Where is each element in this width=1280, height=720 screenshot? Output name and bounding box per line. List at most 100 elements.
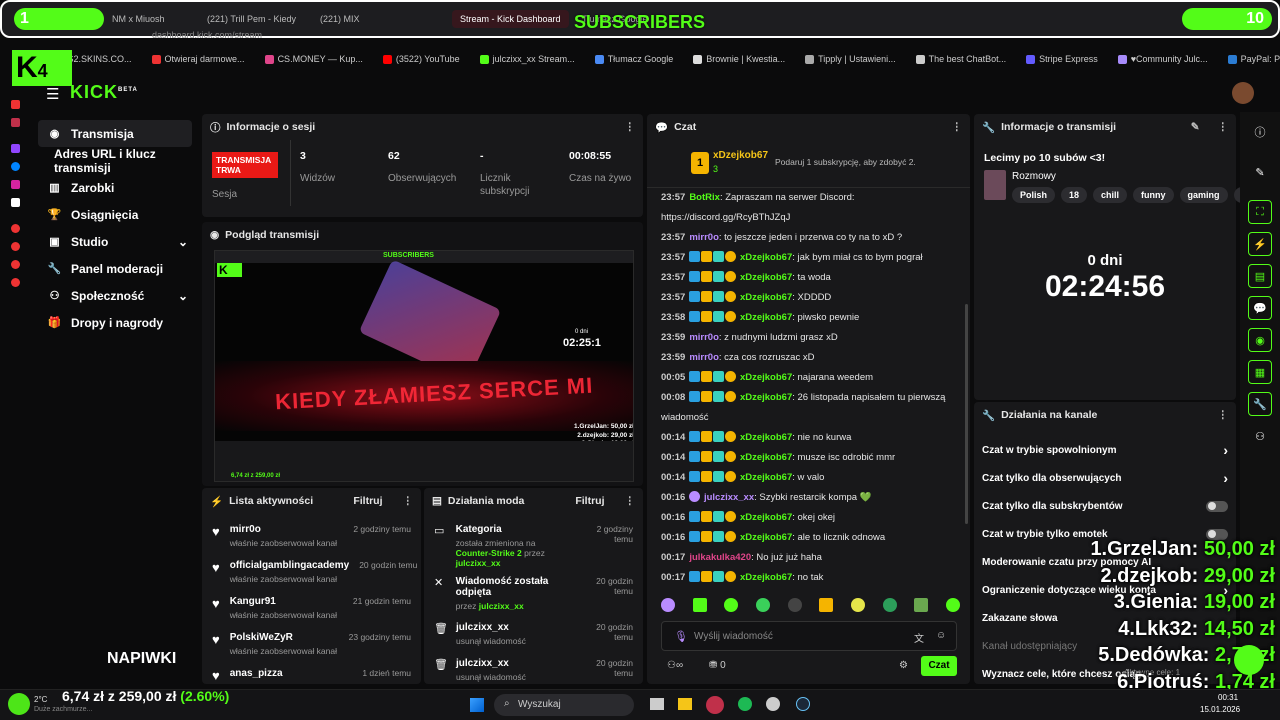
steam-icon[interactable] [796,697,810,711]
instagram-icon[interactable] [11,180,20,189]
chat-message[interactable]: 00:14 xDzejkob67: musze isc odrobić mmr [647,448,963,468]
list-item[interactable]: 🗑 julczixx_xx usunął wiadomość 20 godzin t… [424,658,643,688]
chatters-icon[interactable]: ⚇∞ [667,660,683,671]
browser-tab[interactable]: NM x Miuosh [112,10,165,28]
filter-button[interactable]: Filtruj [575,495,604,507]
emote-icon[interactable] [661,598,675,612]
send-chat-button[interactable]: Czat [921,656,957,676]
list-item[interactable]: ♥ mirr0o właśnie zaobserwował kanał 2 godzi… [202,524,421,554]
chat-message[interactable]: 23:57 xDzejkob67: ta woda [647,268,963,288]
broadcast-icon[interactable]: ◉ [1248,328,1272,352]
sidebar-item[interactable]: 🔧 Panel moderacji [38,255,192,282]
browser-tab[interactable]: Stream - Kick Dashboard [452,10,569,28]
channel-setting-row[interactable]: Czat tylko dla subskrybentów [974,492,1236,520]
chat-message[interactable]: wiadomość [647,408,963,428]
twitch-icon[interactable] [11,144,20,153]
wrench-icon[interactable]: 🔧 [1248,392,1272,416]
more-icon[interactable]: ⋮ [625,495,636,507]
browser-tab[interactable]: (221) MIX [320,10,360,28]
emote-icon[interactable] [882,598,897,612]
chat-message[interactable]: 23:57 BotRix: Zapraszam na serwer Discord… [647,188,963,208]
menu-icon[interactable]: ☰ [46,85,59,103]
app-icon[interactable] [11,100,20,109]
channel-setting-row[interactable]: Czat tylko dla obserwujących › [974,464,1236,492]
more-icon[interactable]: ⋮ [952,121,963,133]
sidebar-item[interactable]: ◉ Transmisja [38,120,192,147]
list-icon[interactable]: ▤ [1248,264,1272,288]
address-bar[interactable]: dashboard.kick.com/stream [152,30,1052,44]
emote-icon[interactable] [914,598,929,612]
tiktok-icon[interactable] [11,198,20,207]
sidebar-item[interactable]: 🎁 Dropy i nagrody [38,309,192,336]
emote-icon[interactable] [755,598,770,612]
sidebar-item[interactable]: ▣ Studio ⌄ [38,228,192,255]
chat-message[interactable]: 00:16 julczixx_xx: Szybki restarcik komp… [647,488,963,508]
emote-icon[interactable] [945,598,960,612]
kick-logo[interactable]: KICKBETA [70,82,138,103]
chevron-down-icon[interactable]: ⌄ [178,235,188,249]
list-item[interactable]: ♥ PolskiWeZyR właśnie zaobserwował kanał 23… [202,632,421,662]
chat-message[interactable]: https://discord.gg/RcyBThJZqJ [647,208,963,228]
chevron-down-icon[interactable]: ⌄ [178,289,188,303]
messenger-icon[interactable] [11,162,20,171]
layers-icon[interactable]: ▦ [1248,360,1272,384]
chat-input[interactable]: 🎙 Wyślij wiadomość 文 ☺ [661,621,957,651]
opera-icon[interactable] [706,696,724,714]
points-icon[interactable]: ⛃ 0 [709,660,726,671]
bookmark-item[interactable]: Tłumacz Google [594,54,673,64]
settings-icon[interactable] [11,278,20,287]
stream-tag[interactable]: funny [1133,187,1174,203]
bookmark-item[interactable]: (3522) YouTube [382,54,460,64]
info-icon[interactable]: ⓘ [1248,120,1272,144]
edit-icon[interactable]: ✎ [1191,121,1200,133]
app-icon[interactable] [11,260,20,269]
list-item[interactable]: ▭ Kategoria została zmieniona na Counter-S… [424,524,643,568]
chat-message[interactable]: 00:17 julkakulka420: No już już haha [647,548,963,568]
bookmark-item[interactable]: julczixx_xx Stream... [479,54,575,64]
chat-message[interactable]: 23:58 xDzejkob67: piwsko pewnie [647,308,963,328]
sidebar-item[interactable]: ⚇ Społeczność ⌄ [38,282,192,309]
chevron-right-icon[interactable]: › [1223,470,1228,486]
chat-message[interactable]: 00:14 xDzejkob67: nie no kurwa [647,428,963,448]
bookmark-item[interactable]: ♥Community Julc... [1117,54,1208,64]
emote-icon[interactable] [819,598,834,612]
bookmark-item[interactable]: CS.MONEY — Kup... [264,54,363,64]
list-item[interactable]: ♥ officialgamblingacademy właśnie zaobserw… [202,560,421,590]
more-icon[interactable]: ⋮ [403,495,414,507]
bookmark-item[interactable]: The best ChatBot... [915,54,1006,64]
chat-message[interactable]: 00:08 xDzejkob67: 26 listopada napisałem… [647,388,963,408]
emote-icon[interactable] [724,598,739,612]
bookmark-item[interactable]: Tipply | Ustawieni... [805,54,896,64]
more-icon[interactable]: ⋮ [1218,409,1229,421]
task-view-icon[interactable] [650,698,664,710]
chat-message[interactable]: 23:57 xDzejkob67: jak bym miał cs to bym… [647,248,963,268]
chat-message[interactable]: 00:17 xDzejkob67: no tak [647,568,963,588]
chat-message[interactable]: 00:16 xDzejkob67: okej okej [647,508,963,528]
spotify-icon[interactable] [738,697,752,711]
chat-message[interactable]: 23:59 mirr0o: z nudnymi ludzmi grasz xD [647,328,963,348]
list-item[interactable]: ♥ Kangur91 właśnie zaobserwował kanał 21 go… [202,596,421,626]
chat-message[interactable]: 00:05 xDzejkob67: najarana weedem [647,368,963,388]
list-item[interactable]: ✕ Wiadomość została odpięta przez julczixx… [424,576,643,614]
bookmark-item[interactable]: PayPal: Portfel [1227,54,1280,64]
bookmark-item[interactable]: Stripe Express [1026,54,1098,64]
emoji-icon[interactable]: ☺ [936,630,946,641]
filter-button[interactable]: Filtruj [353,495,382,507]
emote-icon[interactable] [850,598,865,612]
sidebar-item[interactable]: ▥ Zarobki [38,174,192,201]
community-icon[interactable]: ⚇ [1248,424,1272,448]
chat-scrollbar[interactable] [965,304,968,524]
chat-message[interactable]: 23:57 mirr0o: to jeszcze jeden i przerwa … [647,228,963,248]
bolt-icon[interactable]: ⚡ [1248,232,1272,256]
app-icon[interactable] [11,242,20,251]
toggle-switch[interactable] [1206,500,1228,512]
more-icon[interactable]: ⋮ [1218,121,1229,133]
preview-video[interactable]: SUBSCRIBERS K KIEDY ZŁAMIESZ SERCE MI 0 … [214,250,634,482]
avatar[interactable] [1232,82,1254,104]
edit-icon[interactable]: ✎ [1248,160,1272,184]
app-icon[interactable] [766,697,780,711]
stream-tag[interactable]: 18 [1061,187,1088,203]
chat-settings-icon[interactable]: ⚙ [899,660,908,671]
bookmark-item[interactable]: Otwieraj darmowe... [151,54,245,64]
windows-start-icon[interactable] [470,698,484,712]
